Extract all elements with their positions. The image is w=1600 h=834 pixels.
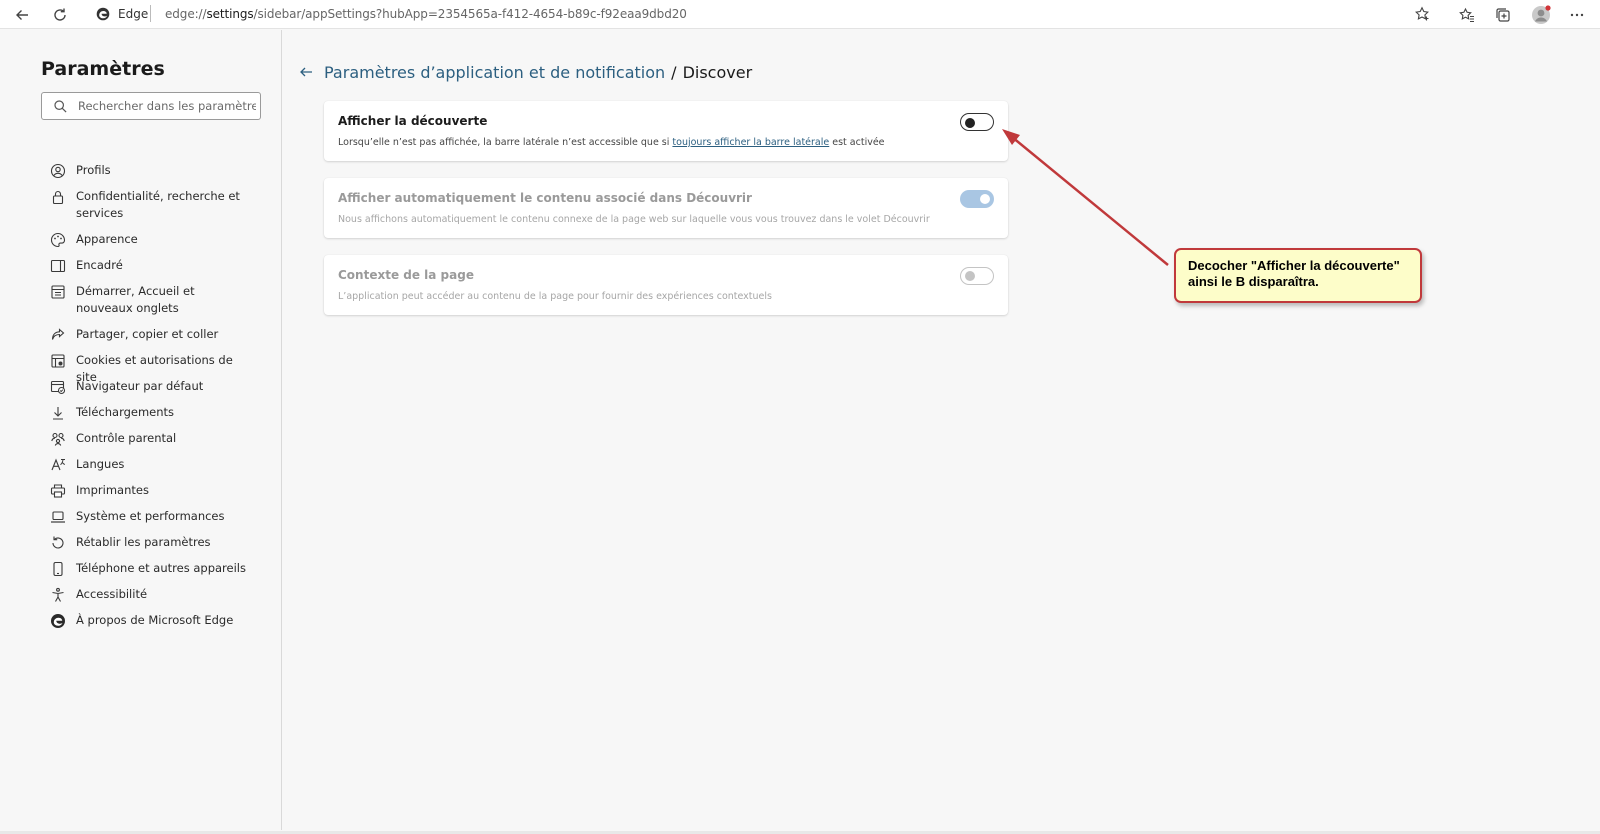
appearance-icon bbox=[50, 232, 66, 248]
callout-line-1: Decocher "Afficher la découverte" bbox=[1188, 258, 1400, 273]
breadcrumb-separator: / bbox=[671, 62, 677, 82]
sidebar-item-languages[interactable]: Langues bbox=[50, 456, 280, 473]
sidebar-item-phone[interactable]: Téléphone et autres appareils bbox=[50, 560, 280, 577]
sidebar-item-profils[interactable]: Profils bbox=[50, 162, 280, 179]
download-icon bbox=[53, 407, 63, 420]
url-text: edge://settings/sidebar/appSettings?hubA… bbox=[165, 7, 687, 21]
add-favorite-icon[interactable] bbox=[1414, 6, 1430, 22]
default-browser-icon bbox=[50, 380, 66, 395]
setting-description: Nous affichons automatiquement le conten… bbox=[338, 214, 930, 225]
settings-sidebar: Paramètres Profils Confidentialité, rech… bbox=[0, 30, 282, 830]
printer-icon bbox=[50, 484, 66, 498]
share-icon bbox=[51, 328, 65, 340]
sidebar-item-about[interactable]: À propos de Microsoft Edge bbox=[50, 612, 280, 629]
setting-card-page-context: Contexte de la page L’application peut a… bbox=[324, 255, 1008, 315]
setting-title: Contexte de la page bbox=[338, 268, 474, 282]
breadcrumb-parent-link[interactable]: Paramètres d’application et de notificat… bbox=[324, 63, 665, 82]
toggle-knob bbox=[965, 118, 975, 128]
search-input[interactable] bbox=[78, 97, 256, 115]
sidebar-item-encadre[interactable]: Encadré bbox=[50, 257, 280, 274]
address-bar[interactable]: Edge edge://settings/sidebar/appSettings… bbox=[84, 2, 1440, 27]
refresh-icon[interactable] bbox=[49, 4, 71, 26]
sidebar-item-downloads[interactable]: Téléchargements bbox=[50, 404, 280, 421]
annotation-callout: Decocher "Afficher la découverte" ainsi … bbox=[1174, 248, 1422, 303]
breadcrumb: Paramètres d’application et de notificat… bbox=[296, 62, 752, 82]
sidebar-item-label: Imprimantes bbox=[76, 483, 149, 497]
sidebar-item-label: Rétablir les paramètres bbox=[76, 535, 211, 549]
laptop-icon bbox=[51, 511, 65, 523]
sidebar-item-default-browser[interactable]: Navigateur par défaut bbox=[50, 378, 280, 395]
sidebar-item-label: Encadré bbox=[76, 258, 123, 272]
sidebar-item-start-home[interactable]: Démarrer, Accueil et nouveaux onglets bbox=[50, 283, 280, 317]
browser-toolbar: Edge edge://settings/sidebar/appSettings… bbox=[0, 0, 1600, 29]
sidebar-item-label: Langues bbox=[76, 457, 125, 471]
page-context-toggle[interactable] bbox=[960, 267, 994, 285]
cookies-icon bbox=[51, 354, 65, 368]
auto-content-toggle[interactable] bbox=[960, 190, 994, 208]
sidebar-item-parental[interactable]: Contrôle parental bbox=[50, 430, 280, 447]
sidebar-item-appearance[interactable]: Apparence bbox=[50, 231, 280, 248]
callout-line-2: ainsi le B disparaîtra. bbox=[1188, 274, 1319, 289]
back-arrow-icon[interactable] bbox=[11, 4, 33, 26]
settings-title: Paramètres bbox=[41, 58, 165, 80]
more-options-icon[interactable] bbox=[1566, 4, 1588, 26]
sidebar-item-label: Démarrer, Accueil et nouveaux onglets bbox=[76, 284, 195, 315]
sidebar-item-share[interactable]: Partager, copier et coller bbox=[50, 326, 280, 343]
settings-search[interactable] bbox=[41, 92, 261, 120]
profile-icon bbox=[50, 163, 66, 179]
setting-card-auto-content: Afficher automatiquement le contenu asso… bbox=[324, 178, 1008, 238]
edge-logo-icon bbox=[51, 614, 65, 628]
sidebar-item-privacy[interactable]: Confidentialité, recherche et services bbox=[50, 188, 280, 222]
collections-icon[interactable] bbox=[1492, 4, 1514, 26]
sidebar-item-label: Téléchargements bbox=[76, 405, 175, 419]
phone-icon bbox=[53, 561, 63, 577]
show-discover-toggle[interactable] bbox=[960, 113, 994, 131]
back-button[interactable] bbox=[296, 62, 316, 82]
sidebar-item-label: Confidentialité, recherche et services bbox=[76, 189, 240, 220]
search-icon bbox=[54, 100, 67, 113]
toggle-knob bbox=[965, 271, 975, 281]
sidebar-item-label: Téléphone et autres appareils bbox=[76, 561, 246, 575]
sidebar-item-accessibility[interactable]: Accessibilité bbox=[50, 586, 280, 603]
sidebar-panel-icon bbox=[50, 259, 66, 273]
sidebar-item-label: Apparence bbox=[76, 232, 138, 246]
sidebar-item-label: Accessibilité bbox=[76, 587, 148, 601]
sidebar-item-label: Partager, copier et coller bbox=[76, 327, 219, 341]
toggle-knob bbox=[980, 194, 990, 204]
sidebar-item-label: Système et performances bbox=[76, 509, 225, 523]
lock-icon bbox=[52, 190, 64, 205]
reset-icon bbox=[52, 536, 64, 549]
sidebar-item-label: À propos de Microsoft Edge bbox=[76, 613, 234, 627]
setting-description: Lorsqu’elle n’est pas affichée, la barre… bbox=[338, 137, 885, 148]
accessibility-icon bbox=[52, 587, 64, 602]
site-name: Edge bbox=[118, 7, 149, 21]
sidebar-item-label: Contrôle parental bbox=[76, 431, 177, 445]
setting-description: L’application peut accéder au contenu de… bbox=[338, 291, 772, 302]
setting-card-show-discover: Afficher la découverte Lorsqu’elle n’est… bbox=[324, 101, 1008, 161]
sidebar-item-system[interactable]: Système et performances bbox=[50, 508, 280, 525]
address-divider bbox=[150, 5, 151, 22]
sidebar-item-printers[interactable]: Imprimantes bbox=[50, 482, 280, 499]
favorites-icon[interactable] bbox=[1456, 4, 1478, 26]
family-icon bbox=[51, 432, 65, 446]
language-icon bbox=[51, 458, 66, 471]
page-title: Discover bbox=[682, 62, 753, 82]
setting-title: Afficher la découverte bbox=[338, 114, 488, 128]
back-arrow-icon bbox=[300, 67, 312, 77]
sidebar-item-reset[interactable]: Rétablir les paramètres bbox=[50, 534, 280, 551]
sidebar-item-label: Profils bbox=[76, 163, 111, 177]
profile-avatar-icon[interactable] bbox=[1530, 4, 1552, 26]
edge-logo-icon bbox=[96, 7, 110, 21]
always-show-sidebar-link[interactable]: toujours afficher la barre latérale bbox=[672, 137, 829, 148]
home-tabs-icon bbox=[51, 285, 65, 299]
sidebar-item-label: Navigateur par défaut bbox=[76, 379, 204, 393]
setting-title: Afficher automatiquement le contenu asso… bbox=[338, 191, 752, 205]
